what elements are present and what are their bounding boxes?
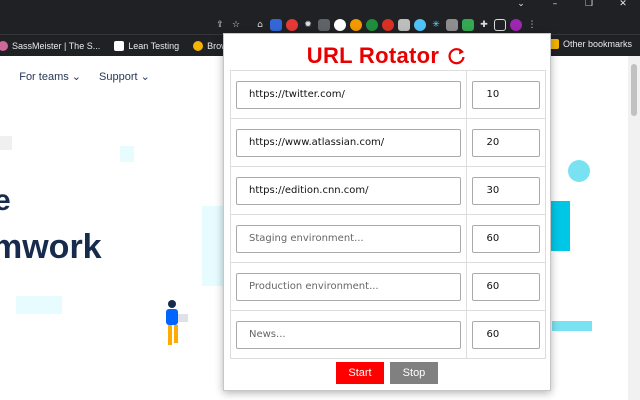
close-icon[interactable]: ✕ <box>606 0 640 10</box>
tab-search-icon[interactable]: ⌄ <box>504 0 538 10</box>
table-row <box>230 166 547 215</box>
decoration <box>0 136 12 150</box>
person-illustration <box>166 300 188 345</box>
bookmark-item[interactable]: SassMeister | The S... <box>0 40 101 51</box>
bookmark-star-icon[interactable]: ☆ <box>230 19 242 31</box>
interval-input[interactable] <box>471 80 540 109</box>
table-row <box>230 310 547 359</box>
extension-icon[interactable] <box>382 19 394 31</box>
window-controls: ⌄ – ❐ ✕ <box>504 0 640 10</box>
url-input[interactable] <box>236 128 461 157</box>
side-panel-icon[interactable] <box>494 19 506 31</box>
site-nav: ⌄ For teams ⌄ Support ⌄ <box>0 70 150 83</box>
nav-support[interactable]: Support ⌄ <box>99 70 150 83</box>
extension-icon[interactable] <box>446 19 458 31</box>
bookmark-item[interactable]: Lean Testing <box>114 40 180 51</box>
interval-input[interactable] <box>471 128 540 157</box>
table-row <box>230 214 547 263</box>
hero-heading: mwork <box>0 228 102 266</box>
bookmark-label: SassMeister | The S... <box>12 40 101 51</box>
decoration <box>550 201 570 251</box>
popup-title: URL Rotator <box>306 43 440 68</box>
hero-fragment: e <box>0 184 11 217</box>
gear-icon[interactable]: ✹ <box>302 19 314 31</box>
sass-icon <box>0 40 8 51</box>
url-rotator-extension-icon[interactable] <box>462 19 474 31</box>
avatar[interactable] <box>510 19 522 31</box>
extension-icon[interactable] <box>366 19 378 31</box>
stop-button[interactable]: Stop <box>390 362 438 384</box>
decoration <box>568 160 590 182</box>
other-bookmarks[interactable]: Other bookmarks <box>548 39 632 49</box>
lean-testing-icon <box>114 40 125 51</box>
url-input[interactable] <box>236 320 461 349</box>
scroll-thumb[interactable] <box>631 64 637 116</box>
nav-dropdown-icon[interactable]: ⌄ <box>0 70 1 83</box>
url-input[interactable] <box>236 176 461 205</box>
interval-input[interactable] <box>471 176 540 205</box>
chrome-icon <box>193 40 204 51</box>
interval-input[interactable] <box>471 272 540 301</box>
table-row <box>230 118 547 167</box>
table-row <box>230 70 547 119</box>
popup-header: URL Rotator <box>224 42 550 70</box>
decoration <box>16 296 62 314</box>
decoration <box>202 206 224 286</box>
extension-icon[interactable] <box>398 19 410 31</box>
react-icon[interactable]: ✳ <box>430 19 442 31</box>
url-input[interactable] <box>236 224 461 253</box>
share-icon[interactable]: ⇪ <box>214 19 226 31</box>
other-bookmarks-label: Other bookmarks <box>562 39 632 49</box>
extension-icon[interactable] <box>414 19 426 31</box>
table-row <box>230 262 547 311</box>
url-table <box>230 70 547 359</box>
page-scrollbar[interactable] <box>628 56 640 400</box>
extension-icon[interactable] <box>350 19 362 31</box>
extensions-bar: ⇪ ☆ ⌂ ✹ ✳ ✚ ⋮ <box>214 17 538 33</box>
interval-input[interactable] <box>471 224 540 253</box>
nav-for-teams[interactable]: For teams ⌄ <box>19 70 81 83</box>
url-input[interactable] <box>236 272 461 301</box>
start-button[interactable]: Start <box>336 362 384 384</box>
extension-icon[interactable] <box>318 19 330 31</box>
bookmark-label: Lean Testing <box>128 40 180 51</box>
restore-icon[interactable]: ❐ <box>572 0 606 10</box>
extension-icon[interactable] <box>334 19 346 31</box>
extension-icon[interactable] <box>270 19 282 31</box>
action-buttons: Start Stop <box>224 362 550 384</box>
url-rotator-popup: URL Rotator https://twitter.com/ 10 http… <box>223 33 551 391</box>
url-input[interactable] <box>236 80 461 109</box>
puzzle-icon[interactable]: ✚ <box>478 19 490 31</box>
minimize-icon[interactable]: – <box>538 0 572 10</box>
menu-icon[interactable]: ⋮ <box>526 19 538 31</box>
browser-toolbar: ⌄ – ❐ ✕ ⇪ ☆ ⌂ ✹ ✳ ✚ ⋮ <box>0 0 640 34</box>
refresh-icon <box>448 48 465 65</box>
home-icon[interactable]: ⌂ <box>254 19 266 31</box>
decoration <box>120 146 134 162</box>
decoration <box>552 321 592 331</box>
extension-icon[interactable] <box>286 19 298 31</box>
interval-input[interactable] <box>471 320 540 349</box>
